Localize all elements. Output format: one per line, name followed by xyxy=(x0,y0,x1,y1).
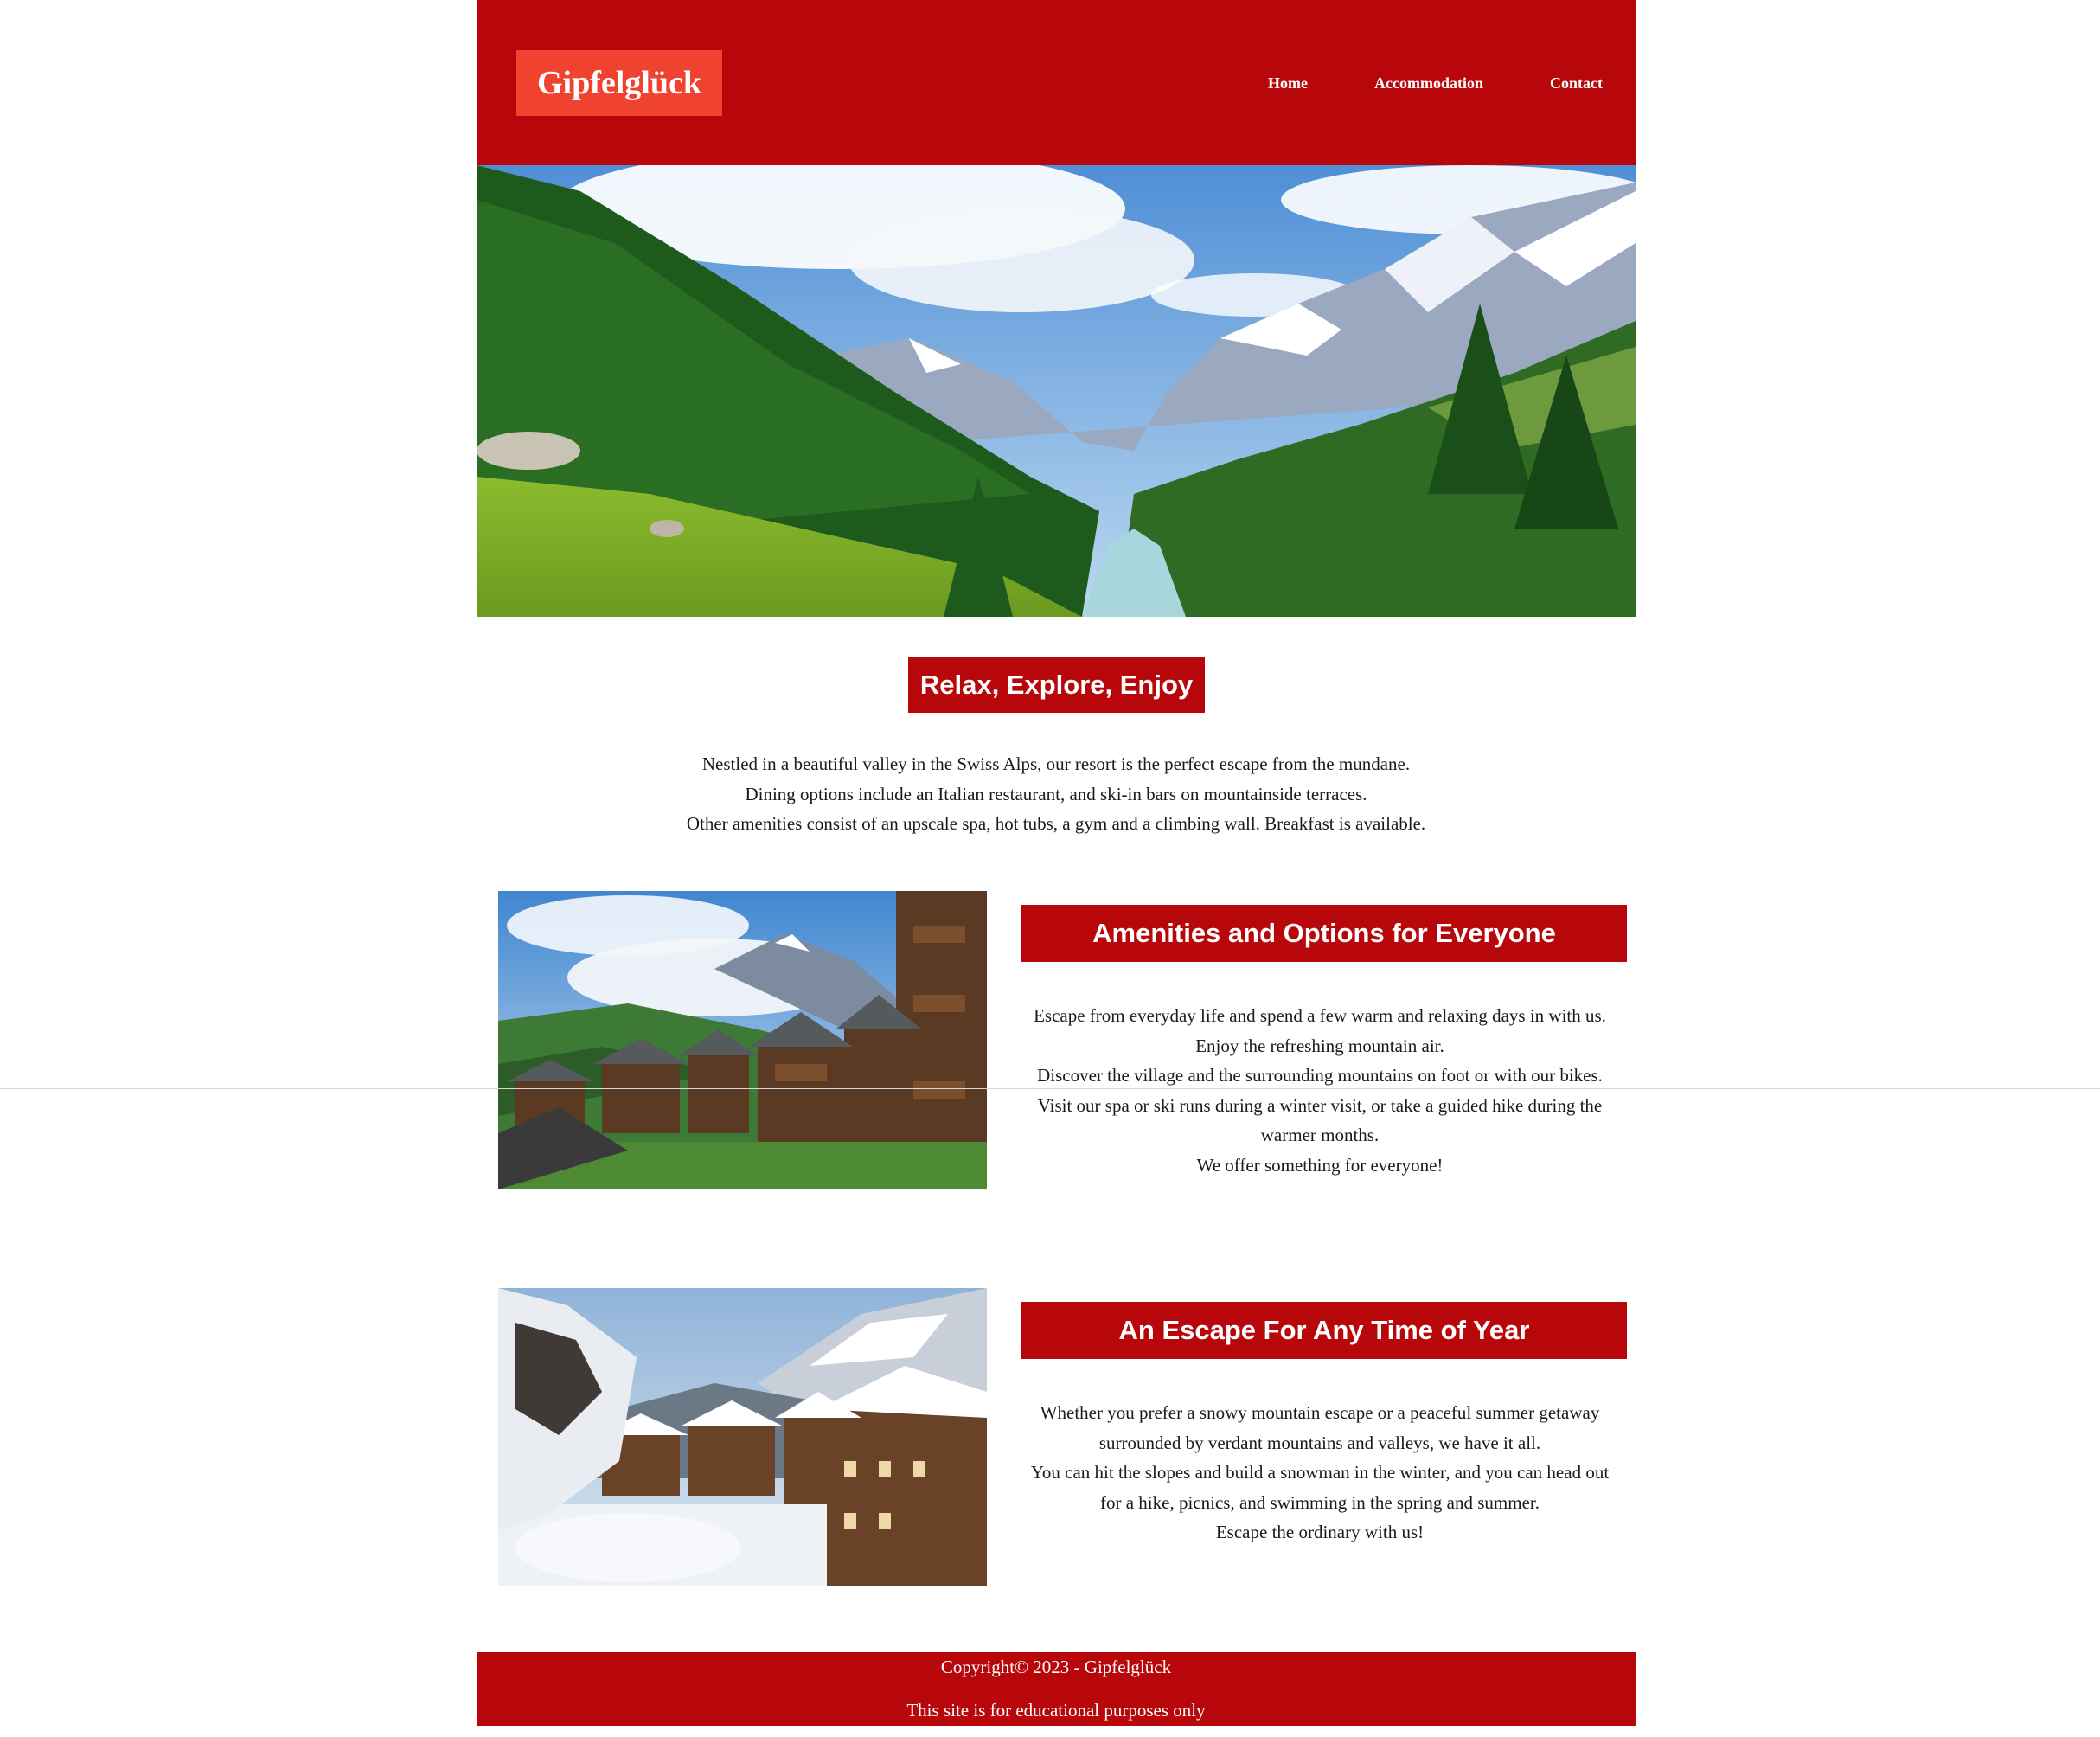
escape-title: An Escape For Any Time of Year xyxy=(1021,1302,1627,1359)
amenities-title: Amenities and Options for Everyone xyxy=(1021,905,1627,962)
intro-title: Relax, Explore, Enjoy xyxy=(908,657,1205,713)
hero-image xyxy=(477,165,1636,617)
nav-accommodation[interactable]: Accommodation xyxy=(1374,71,1483,95)
main-nav: Home Accommodation Contact xyxy=(1268,71,1603,95)
escape-line: Escape the ordinary with us! xyxy=(1215,1522,1425,1542)
intro-line: Dining options include an Italian restau… xyxy=(745,783,1367,804)
nav-contact[interactable]: Contact xyxy=(1550,71,1603,95)
escape-line: Whether you prefer a snowy mountain esca… xyxy=(1040,1402,1600,1453)
footer-note: This site is for educational purposes on… xyxy=(906,1700,1206,1721)
page: Gipfelglück Home Accommodation Contact R… xyxy=(477,0,1636,1737)
amenities-line: Visit our spa or ski runs during a winte… xyxy=(1037,1094,1603,1146)
site-header: Gipfelglück Home Accommodation Contact xyxy=(477,0,1636,165)
amenities-text: Escape from everyday life and spend a fe… xyxy=(1021,1001,1618,1180)
site-footer: Copyright© 2023 - Gipfelglück This site … xyxy=(477,1652,1636,1726)
intro-text: Nestled in a beautiful valley in the Swi… xyxy=(624,749,1489,839)
amenities-line: We offer something for everyone! xyxy=(1196,1154,1444,1176)
winter-village-image xyxy=(498,1288,987,1586)
summer-village-image xyxy=(498,891,987,1189)
intro-line: Nestled in a beautiful valley in the Swi… xyxy=(701,753,1411,774)
footer-copyright: Copyright© 2023 - Gipfelglück xyxy=(940,1657,1172,1677)
escape-text: Whether you prefer a snowy mountain esca… xyxy=(1021,1398,1618,1548)
amenities-line: Escape from everyday life and spend a fe… xyxy=(1034,1005,1606,1026)
nav-home[interactable]: Home xyxy=(1268,71,1308,95)
intro-line: Other amenities consist of an upscale sp… xyxy=(686,813,1426,834)
amenities-line: Enjoy the refreshing mountain air. xyxy=(1195,1035,1444,1056)
site-logo[interactable]: Gipfelglück xyxy=(516,50,722,116)
escape-line: You can hit the slopes and build a snowm… xyxy=(1030,1462,1610,1513)
page-divider xyxy=(0,1088,2100,1089)
amenities-line: Discover the village and the surrounding… xyxy=(1037,1065,1603,1086)
